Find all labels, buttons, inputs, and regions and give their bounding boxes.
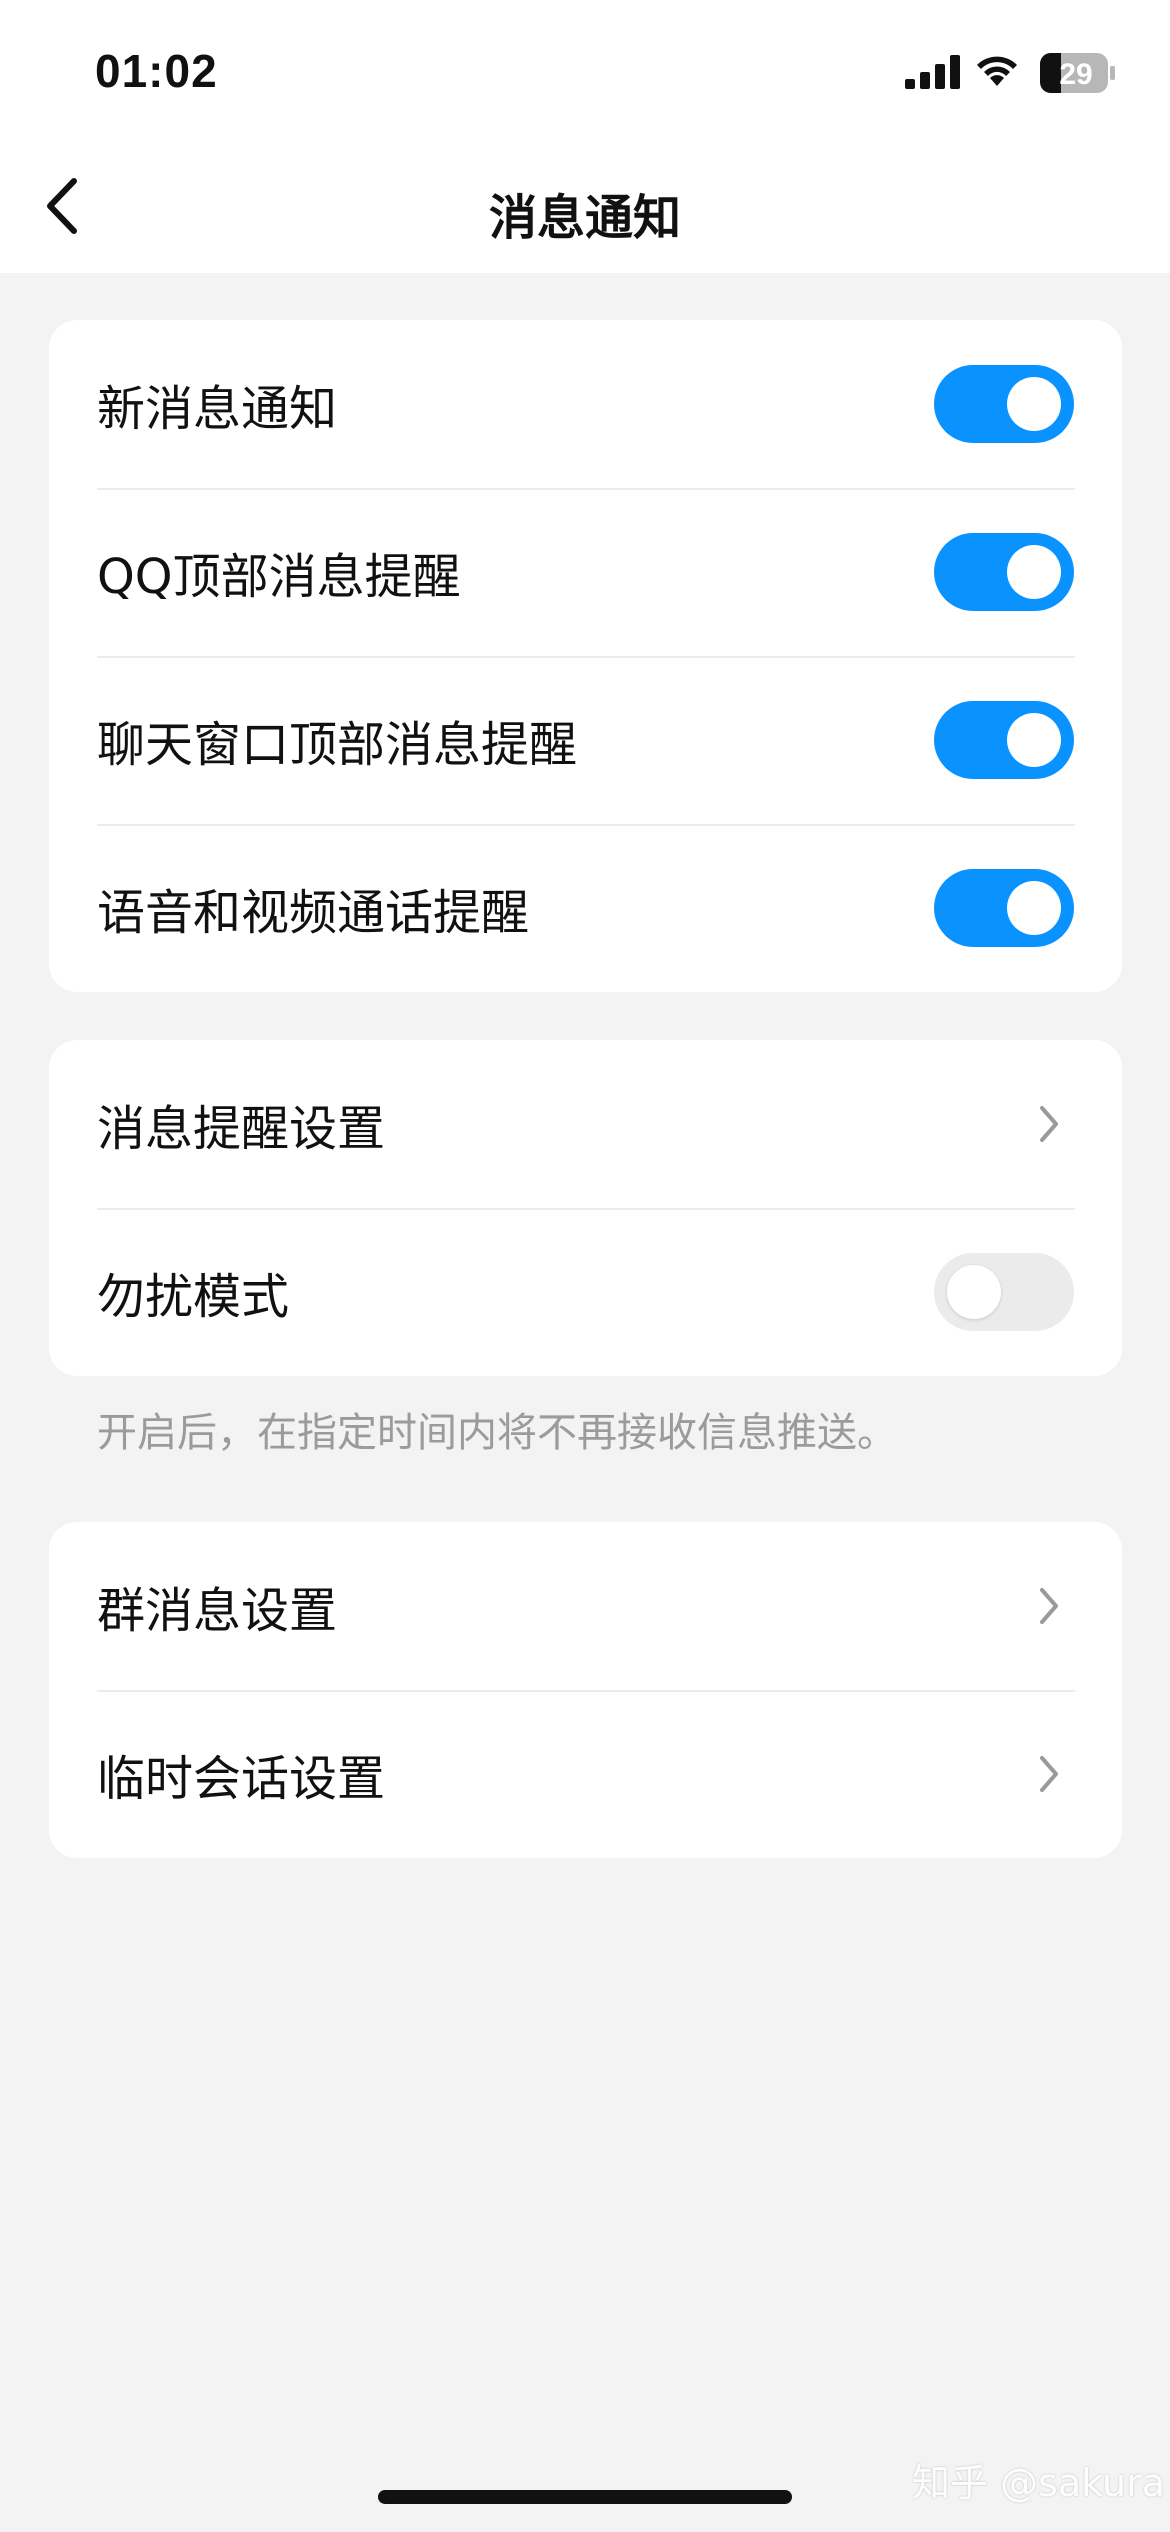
toggle-knob xyxy=(1007,881,1061,935)
chevron-right-icon xyxy=(1040,1106,1058,1142)
reminder-settings-card: 消息提醒设置 勿扰模式 xyxy=(49,1040,1122,1376)
new-message-toggle[interactable] xyxy=(934,365,1074,443)
setting-label: 聊天窗口顶部消息提醒 xyxy=(97,717,578,773)
toggle-knob xyxy=(1007,713,1061,767)
do-not-disturb-hint: 开启后，在指定时间内将不再接收信息推送。 xyxy=(97,1410,897,1456)
toggle-knob xyxy=(1007,377,1061,431)
home-indicator[interactable] xyxy=(378,2490,792,2504)
toggle-knob xyxy=(1007,545,1061,599)
watermark: 知乎 @sakura xyxy=(912,2461,1165,2505)
setting-label: 语音和视频通话提醒 xyxy=(97,885,530,941)
setting-row-group-message[interactable]: 群消息设置 xyxy=(49,1522,1122,1690)
setting-row-new-message[interactable]: 新消息通知 xyxy=(49,320,1122,488)
wifi-icon xyxy=(977,56,1017,86)
call-alert-toggle[interactable] xyxy=(934,869,1074,947)
page-title: 消息通知 xyxy=(488,190,681,246)
setting-row-call-alert[interactable]: 语音和视频通话提醒 xyxy=(49,824,1122,992)
setting-row-chat-window-alert[interactable]: 聊天窗口顶部消息提醒 xyxy=(49,656,1122,824)
setting-row-qq-top-alert[interactable]: QQ顶部消息提醒 xyxy=(49,488,1122,656)
setting-row-temp-session[interactable]: 临时会话设置 xyxy=(49,1690,1122,1858)
setting-label: 新消息通知 xyxy=(97,381,338,437)
header-area: 01:02 29 消息通知 xyxy=(0,0,1170,273)
cellular-signal-icon xyxy=(905,55,960,89)
chat-settings-card: 群消息设置 临时会话设置 xyxy=(49,1522,1122,1858)
setting-label: 临时会话设置 xyxy=(97,1751,386,1807)
notification-toggles-card: 新消息通知 QQ顶部消息提醒 聊天窗口顶部消息提醒 语音和视频通话提醒 xyxy=(49,320,1122,992)
battery-icon: 29 xyxy=(1040,53,1115,93)
battery-level: 29 xyxy=(1059,58,1092,91)
chevron-right-icon xyxy=(1040,1756,1058,1792)
chat-window-alert-toggle[interactable] xyxy=(934,701,1074,779)
qq-top-alert-toggle[interactable] xyxy=(934,533,1074,611)
do-not-disturb-toggle[interactable] xyxy=(934,1253,1074,1331)
setting-label: QQ顶部消息提醒 xyxy=(97,549,461,605)
setting-label: 群消息设置 xyxy=(97,1583,338,1639)
setting-label: 勿扰模式 xyxy=(97,1269,290,1325)
status-time: 01:02 xyxy=(95,45,218,97)
setting-row-do-not-disturb[interactable]: 勿扰模式 xyxy=(49,1208,1122,1376)
chevron-right-icon xyxy=(1040,1588,1058,1624)
toggle-knob xyxy=(947,1265,1001,1319)
setting-row-reminder-settings[interactable]: 消息提醒设置 xyxy=(49,1040,1122,1208)
setting-label: 消息提醒设置 xyxy=(97,1101,386,1157)
